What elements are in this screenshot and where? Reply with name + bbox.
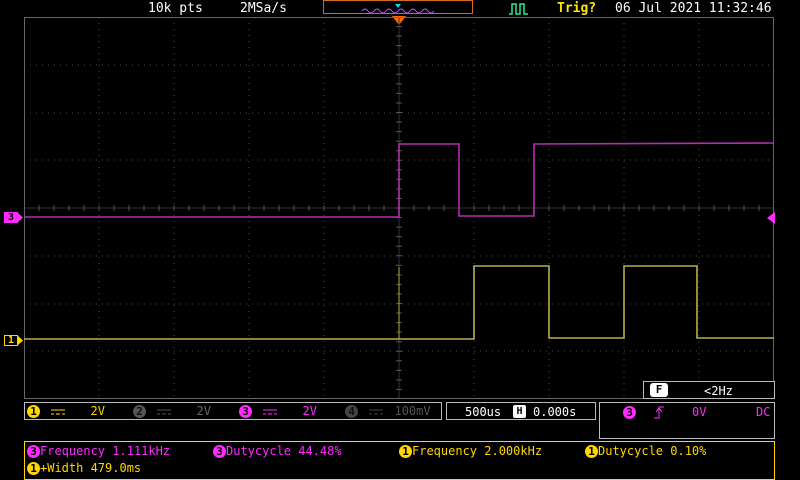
ch3-waveform bbox=[24, 142, 775, 218]
trigger-panel[interactable]: 3 0V DC bbox=[599, 402, 775, 439]
ch4-scale-value: 100mV bbox=[394, 404, 431, 418]
timebase-offset: 0.000s bbox=[533, 405, 577, 419]
trigger-status: Trig? bbox=[557, 1, 597, 16]
graticule bbox=[23, 16, 775, 399]
measurement-item[interactable]: 3 Frequency 1.111kHz bbox=[27, 444, 170, 459]
measurement-text: Frequency 1.111kHz bbox=[40, 444, 171, 458]
trigger-level-marker[interactable] bbox=[767, 212, 775, 224]
ch1-marker-arrow bbox=[17, 335, 23, 346]
date-time: 06 Jul 2021 11:32:46 bbox=[615, 1, 772, 16]
ch2-badge: 2 bbox=[133, 405, 146, 418]
measurement-source-badge: 3 bbox=[27, 445, 40, 458]
trigger-source-badge: 3 bbox=[623, 406, 636, 419]
measurement-item[interactable]: 3 Dutycycle 44.48% bbox=[213, 444, 342, 459]
measurement-source-badge: 1 bbox=[27, 462, 40, 475]
dc-coupling-icon bbox=[157, 409, 172, 414]
channel-scale-panel: 1 2V 2 2V 3 2V 4 100mV bbox=[24, 402, 442, 420]
waveform-display[interactable] bbox=[23, 16, 775, 399]
timebase-panel[interactable]: 500us H 0.000s bbox=[446, 402, 596, 420]
measurement-text: +Width 479.0ms bbox=[40, 461, 142, 475]
waveform-overview-icon bbox=[361, 4, 435, 14]
ch3-scale[interactable]: 3 2V bbox=[239, 403, 317, 419]
filter-icon: F bbox=[650, 383, 668, 397]
ch1-badge: 1 bbox=[27, 405, 40, 418]
top-status-bar: 10k pts 2MSa/s Trig? 06 Jul 2021 11:32:4… bbox=[0, 0, 800, 17]
trigger-level: 0V bbox=[692, 405, 707, 419]
memory-depth: 10k pts bbox=[148, 1, 203, 16]
measurement-source-badge: 3 bbox=[213, 445, 226, 458]
ch1-ground-marker[interactable]: 1 bbox=[4, 335, 18, 346]
ch3-badge: 3 bbox=[239, 405, 252, 418]
measurement-text: Dutycycle 0.10% bbox=[598, 444, 707, 458]
ch4-badge: 4 bbox=[345, 405, 358, 418]
dc-coupling-icon bbox=[51, 409, 66, 414]
dc-coupling-icon bbox=[263, 409, 278, 414]
measurement-text: Frequency 2.000kHz bbox=[412, 444, 543, 458]
horizontal-position-indicator[interactable] bbox=[323, 0, 473, 14]
measurement-source-badge: 1 bbox=[399, 445, 412, 458]
ch1-scale-value: 2V bbox=[90, 404, 105, 418]
measurement-item[interactable]: 1 +Width 479.0ms bbox=[27, 461, 141, 476]
filter-panel[interactable]: F <2Hz bbox=[643, 381, 775, 399]
measurement-item[interactable]: 1 Dutycycle 0.10% bbox=[585, 444, 706, 459]
ch3-scale-value: 2V bbox=[302, 404, 317, 418]
filter-value: <2Hz bbox=[704, 384, 733, 398]
ch3-marker-arrow bbox=[17, 212, 23, 223]
ch3-ground-marker[interactable]: 3 bbox=[4, 212, 18, 223]
timebase-scale: 500us bbox=[465, 405, 502, 419]
dc-coupling-icon bbox=[369, 409, 384, 414]
sample-rate: 2MSa/s bbox=[240, 1, 287, 16]
ch2-scale-value: 2V bbox=[196, 404, 211, 418]
horizontal-delay-icon: H bbox=[513, 405, 526, 418]
trigger-coupling: DC bbox=[756, 405, 771, 419]
measurement-item[interactable]: 1 Frequency 2.000kHz bbox=[399, 444, 542, 459]
measurement-text: Dutycycle 44.48% bbox=[226, 444, 342, 458]
ch4-scale[interactable]: 4 100mV bbox=[345, 403, 431, 419]
trigger-mode-pulse-icon[interactable] bbox=[508, 2, 530, 15]
rising-edge-icon bbox=[654, 406, 664, 419]
ch2-scale[interactable]: 2 2V bbox=[133, 403, 211, 419]
measurement-panel: 3 Frequency 1.111kHz 3 Dutycycle 44.48% 1F… bbox=[24, 441, 775, 480]
measurement-source-badge: 1 bbox=[585, 445, 598, 458]
ch1-scale[interactable]: 1 2V bbox=[27, 403, 105, 419]
